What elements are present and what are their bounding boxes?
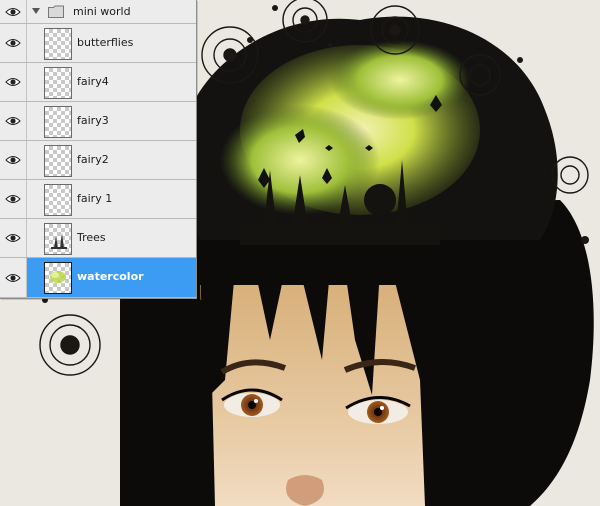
layer-row-trees[interactable]: Trees: [0, 219, 196, 258]
layer-thumbnail: [44, 106, 72, 138]
layer-name: fairy 1: [77, 192, 113, 205]
layer-row-fairy4[interactable]: fairy4: [0, 63, 196, 102]
eye-icon: [5, 39, 21, 47]
layer-thumbnail: [44, 223, 72, 255]
eye-icon: [5, 78, 21, 86]
layer-name: fairy3: [77, 114, 109, 127]
layer-visibility-toggle[interactable]: [0, 102, 27, 140]
layer-row-fairy2[interactable]: fairy2: [0, 141, 196, 180]
eye-icon: [5, 7, 21, 16]
layer-visibility-toggle[interactable]: [0, 180, 27, 218]
eye-icon: [5, 273, 21, 282]
layer-thumbnail: [44, 67, 72, 99]
eye-icon: [5, 195, 21, 203]
layers-panel: mini world butterflies fairy4 fairy3 fai…: [0, 0, 197, 299]
eye-icon: [5, 117, 21, 125]
layer-visibility-toggle[interactable]: [0, 63, 27, 101]
layer-row-fairy3[interactable]: fairy3: [0, 102, 196, 141]
layer-thumbnail: [44, 145, 72, 177]
layer-visibility-toggle[interactable]: [0, 258, 27, 297]
group-visibility-toggle[interactable]: [0, 0, 27, 23]
layer-thumbnail: [44, 262, 72, 294]
layer-name: butterflies: [77, 36, 134, 49]
layer-name: fairy2: [77, 153, 109, 166]
layer-thumbnail: [44, 28, 72, 60]
trees-thumbnail-icon: [51, 233, 67, 249]
layer-visibility-toggle[interactable]: [0, 141, 27, 179]
group-name: mini world: [73, 5, 131, 18]
layer-thumbnail: [44, 184, 72, 216]
layer-name: Trees: [77, 231, 106, 244]
eye-icon: [5, 234, 21, 242]
layer-visibility-toggle[interactable]: [0, 24, 27, 62]
layer-name: watercolor: [77, 270, 144, 283]
eye-icon: [5, 156, 21, 164]
triangle-down-icon[interactable]: [32, 8, 40, 14]
layer-visibility-toggle[interactable]: [0, 219, 27, 257]
watercolor-thumbnail-icon: [50, 271, 66, 283]
layer-row-butterflies[interactable]: butterflies: [0, 24, 196, 63]
layer-name: fairy4: [77, 75, 109, 88]
folder-icon: [48, 5, 64, 18]
layer-row-watercolor[interactable]: watercolor: [0, 258, 196, 298]
layer-row-fairy-1[interactable]: fairy 1: [0, 180, 196, 219]
layer-group-row[interactable]: mini world: [0, 0, 196, 24]
